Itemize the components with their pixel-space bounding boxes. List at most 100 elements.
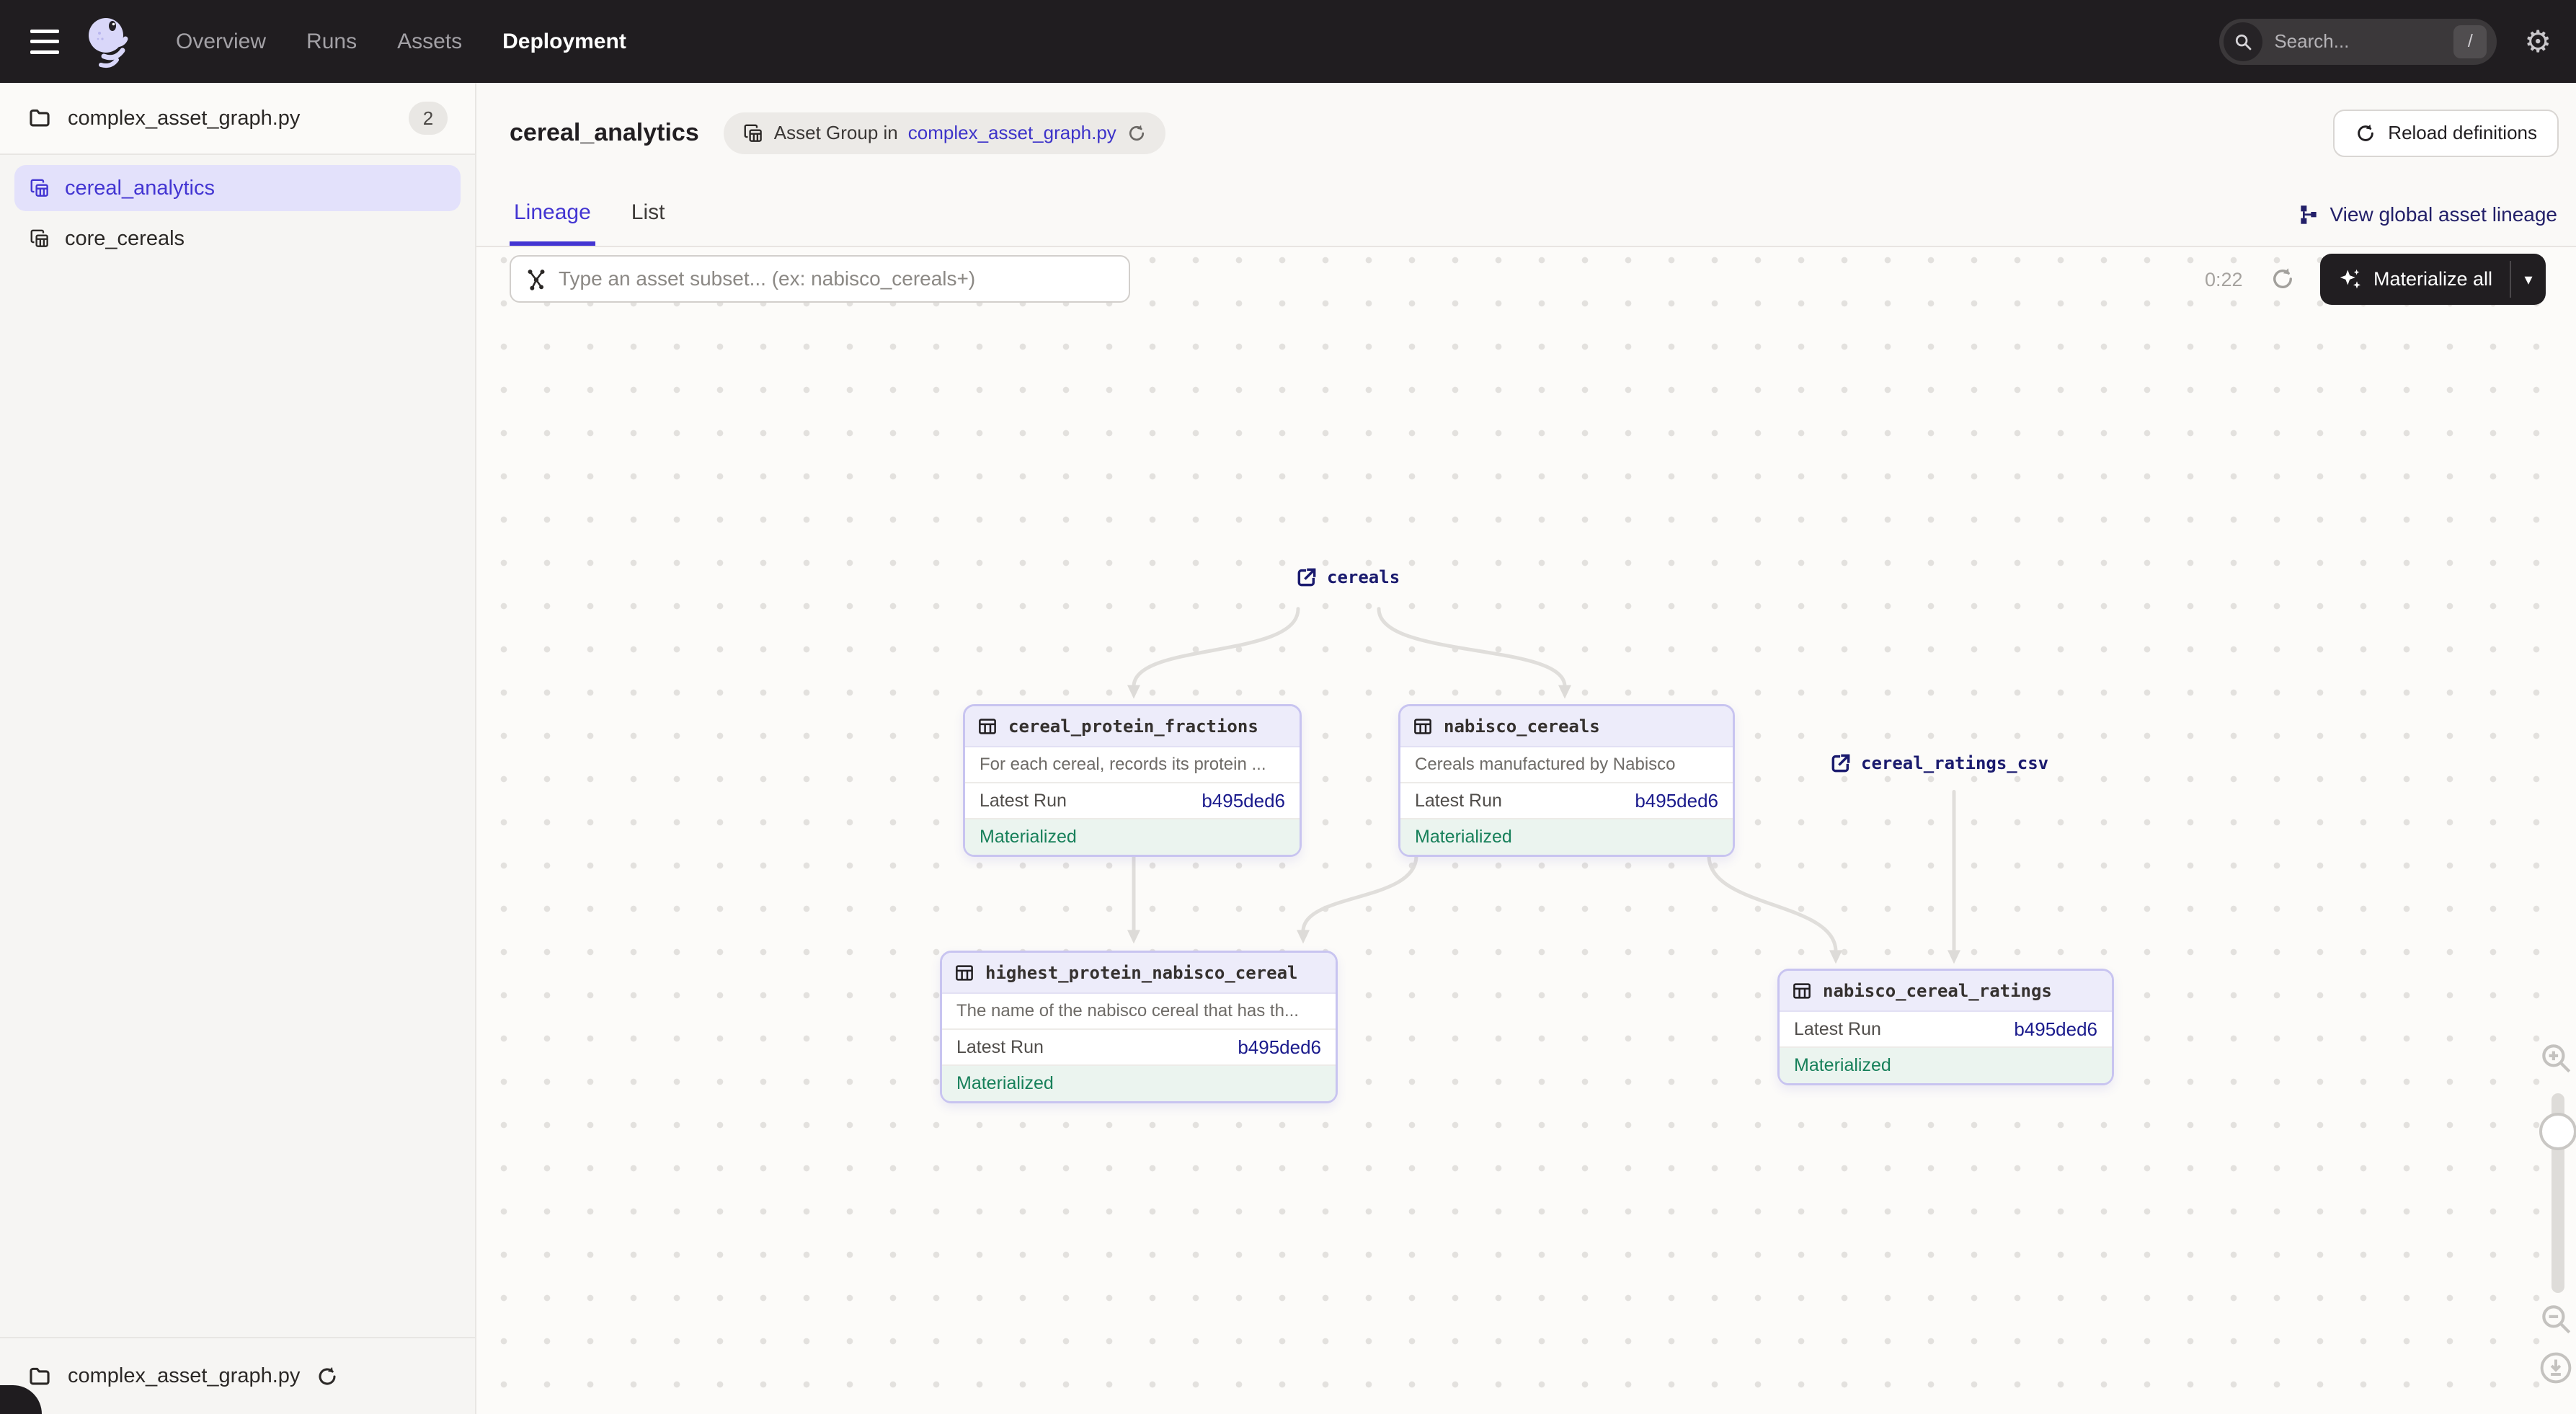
global-search[interactable]: Search... / bbox=[2219, 19, 2497, 65]
nav-item-overview[interactable]: Overview bbox=[176, 30, 266, 54]
page-title: cereal_analytics bbox=[510, 119, 699, 147]
source-asset-cereals[interactable]: cereals bbox=[1295, 566, 1400, 589]
zoom-out-icon[interactable] bbox=[2538, 1301, 2574, 1337]
tab-bar: Lineage List View global asset lineage bbox=[476, 183, 2576, 247]
refresh-icon[interactable] bbox=[1127, 123, 1147, 143]
sidebar-item-cereal-analytics[interactable]: cereal_analytics bbox=[14, 165, 461, 211]
search-icon bbox=[2224, 22, 2262, 61]
materialize-dropdown-caret[interactable]: ▾ bbox=[2511, 254, 2546, 305]
materialized-status-badge: Materialized bbox=[965, 819, 1300, 855]
latest-run-row: Latest Run b495ded6 bbox=[942, 1030, 1336, 1066]
asset-node-nabisco-cereal-ratings[interactable]: nabisco_cereal_ratings Latest Run b495de… bbox=[1777, 969, 2114, 1085]
lineage-icon bbox=[2297, 203, 2320, 226]
lineage-canvas[interactable]: 0:22 Materialize all ▾ bbox=[476, 247, 2576, 1414]
run-id-link[interactable]: b495ded6 bbox=[2014, 1018, 2097, 1041]
op-selector-icon bbox=[524, 267, 548, 291]
latest-run-row: Latest Run b495ded6 bbox=[965, 783, 1300, 819]
search-shortcut-badge: / bbox=[2453, 25, 2487, 58]
tab-list[interactable]: List bbox=[627, 183, 670, 246]
asset-node-highest-protein-nabisco-cereal[interactable]: highest_protein_nabisco_cereal The name … bbox=[940, 951, 1338, 1103]
settings-gear-icon[interactable]: ⚙ bbox=[2524, 27, 2551, 57]
asset-description: The name of the nabisco cereal that has … bbox=[942, 994, 1336, 1030]
context-prefix: Asset Group in bbox=[774, 122, 898, 144]
asset-name: nabisco_cereals bbox=[1444, 716, 1600, 737]
latest-run-row: Latest Run b495ded6 bbox=[1400, 783, 1733, 819]
asset-name: cereal_protein_fractions bbox=[1008, 716, 1258, 737]
edge-nabisco-cereals-to-highest-protein bbox=[1303, 855, 1416, 931]
sidebar-footer: complex_asset_graph.py bbox=[0, 1337, 475, 1414]
reload-repo-icon[interactable] bbox=[316, 1365, 339, 1388]
asset-description: Cereals manufactured by Nabisco bbox=[1400, 747, 1733, 783]
asset-name: highest_protein_nabisco_cereal bbox=[985, 963, 1297, 983]
edge-cereals-to-cereal-protein-fractions bbox=[1134, 609, 1298, 687]
edge-cereals-to-nabisco-cereals bbox=[1379, 609, 1565, 687]
zoom-slider-thumb[interactable] bbox=[2539, 1113, 2576, 1150]
asset-node-nabisco-cereals[interactable]: nabisco_cereals Cereals manufactured by … bbox=[1398, 704, 1735, 857]
sidebar-item-label: cereal_analytics bbox=[65, 177, 215, 200]
asset-node-header: nabisco_cereals bbox=[1400, 706, 1733, 747]
reload-definitions-label: Reload definitions bbox=[2388, 122, 2537, 144]
page-header: cereal_analytics Asset Group in complex_… bbox=[476, 83, 2576, 183]
nav-links: Overview Runs Assets Deployment bbox=[176, 30, 626, 54]
left-sidebar: complex_asset_graph.py 2 cereal_analytic… bbox=[0, 83, 476, 1414]
external-asset-icon bbox=[1295, 566, 1318, 589]
materialized-status-badge: Materialized bbox=[1780, 1048, 2112, 1083]
table-icon bbox=[954, 962, 975, 984]
global-lineage-label: View global asset lineage bbox=[2330, 203, 2557, 226]
sidebar-group-list: cereal_analytics core_cereals bbox=[0, 155, 475, 262]
latest-run-label: Latest Run bbox=[1415, 791, 1502, 812]
latest-run-row: Latest Run b495ded6 bbox=[1780, 1012, 2112, 1048]
asset-group-context-pill: Asset Group in complex_asset_graph.py bbox=[724, 112, 1165, 154]
folder-icon bbox=[27, 106, 52, 130]
dagster-logo-icon[interactable] bbox=[82, 14, 134, 69]
source-asset-name: cereals bbox=[1327, 567, 1400, 587]
table-icon bbox=[1791, 980, 1813, 1002]
zoom-in-icon[interactable] bbox=[2538, 1040, 2574, 1076]
nav-item-runs[interactable]: Runs bbox=[306, 30, 357, 54]
reload-definitions-button[interactable]: Reload definitions bbox=[2333, 110, 2559, 157]
asset-node-header: cereal_protein_fractions bbox=[965, 706, 1300, 747]
asset-group-icon bbox=[29, 177, 50, 199]
asset-subset-input[interactable] bbox=[559, 267, 1116, 290]
asset-node-cereal-protein-fractions[interactable]: cereal_protein_fractions For each cereal… bbox=[963, 704, 1302, 857]
materialize-all-button-group: Materialize all ▾ bbox=[2320, 254, 2546, 305]
materialized-status-badge: Materialized bbox=[942, 1066, 1336, 1101]
sidebar-item-core-cereals[interactable]: core_cereals bbox=[14, 215, 461, 262]
context-repo-link[interactable]: complex_asset_graph.py bbox=[908, 122, 1116, 144]
view-global-asset-lineage-link[interactable]: View global asset lineage bbox=[2297, 183, 2557, 246]
edge-nabisco-cereals-to-ratings bbox=[1709, 855, 1836, 951]
sparkles-icon bbox=[2337, 267, 2363, 293]
nav-item-assets[interactable]: Assets bbox=[397, 30, 462, 54]
refresh-graph-icon[interactable] bbox=[2270, 266, 2296, 292]
run-id-link[interactable]: b495ded6 bbox=[1202, 790, 1285, 812]
main-pane: cereal_analytics Asset Group in complex_… bbox=[476, 83, 2576, 1414]
latest-run-label: Latest Run bbox=[1794, 1019, 1881, 1040]
sidebar-repo-label: complex_asset_graph.py bbox=[68, 107, 393, 130]
top-nav: Overview Runs Assets Deployment Search..… bbox=[0, 0, 2576, 83]
sidebar-footer-label: complex_asset_graph.py bbox=[68, 1364, 300, 1388]
sidebar-repo-count-badge: 2 bbox=[409, 102, 448, 135]
asset-group-icon bbox=[742, 123, 764, 144]
fit-view-icon[interactable] bbox=[2538, 1350, 2574, 1386]
external-asset-icon bbox=[1829, 752, 1852, 775]
latest-run-label: Latest Run bbox=[956, 1037, 1044, 1058]
materialize-all-button[interactable]: Materialize all bbox=[2320, 254, 2510, 305]
table-icon bbox=[1412, 716, 1434, 737]
asset-node-header: nabisco_cereal_ratings bbox=[1780, 971, 2112, 1012]
asset-name: nabisco_cereal_ratings bbox=[1823, 981, 2052, 1001]
folder-icon bbox=[27, 1364, 52, 1389]
hamburger-menu-icon[interactable] bbox=[25, 25, 65, 58]
asset-node-header: highest_protein_nabisco_cereal bbox=[942, 953, 1336, 994]
asset-description: For each cereal, records its protein ... bbox=[965, 747, 1300, 783]
reload-icon bbox=[2355, 123, 2376, 144]
run-id-link[interactable]: b495ded6 bbox=[1635, 790, 1718, 812]
run-id-link[interactable]: b495ded6 bbox=[1238, 1036, 1321, 1059]
materialized-status-badge: Materialized bbox=[1400, 819, 1733, 855]
tab-lineage[interactable]: Lineage bbox=[510, 183, 595, 246]
latest-run-label: Latest Run bbox=[980, 791, 1067, 812]
dagster-app: Overview Runs Assets Deployment Search..… bbox=[0, 0, 2576, 1414]
refresh-timer: 0:22 bbox=[2205, 269, 2243, 291]
nav-item-deployment[interactable]: Deployment bbox=[502, 30, 626, 54]
source-asset-cereal-ratings-csv[interactable]: cereal_ratings_csv bbox=[1829, 752, 2048, 775]
sidebar-repo-row[interactable]: complex_asset_graph.py 2 bbox=[0, 83, 475, 155]
